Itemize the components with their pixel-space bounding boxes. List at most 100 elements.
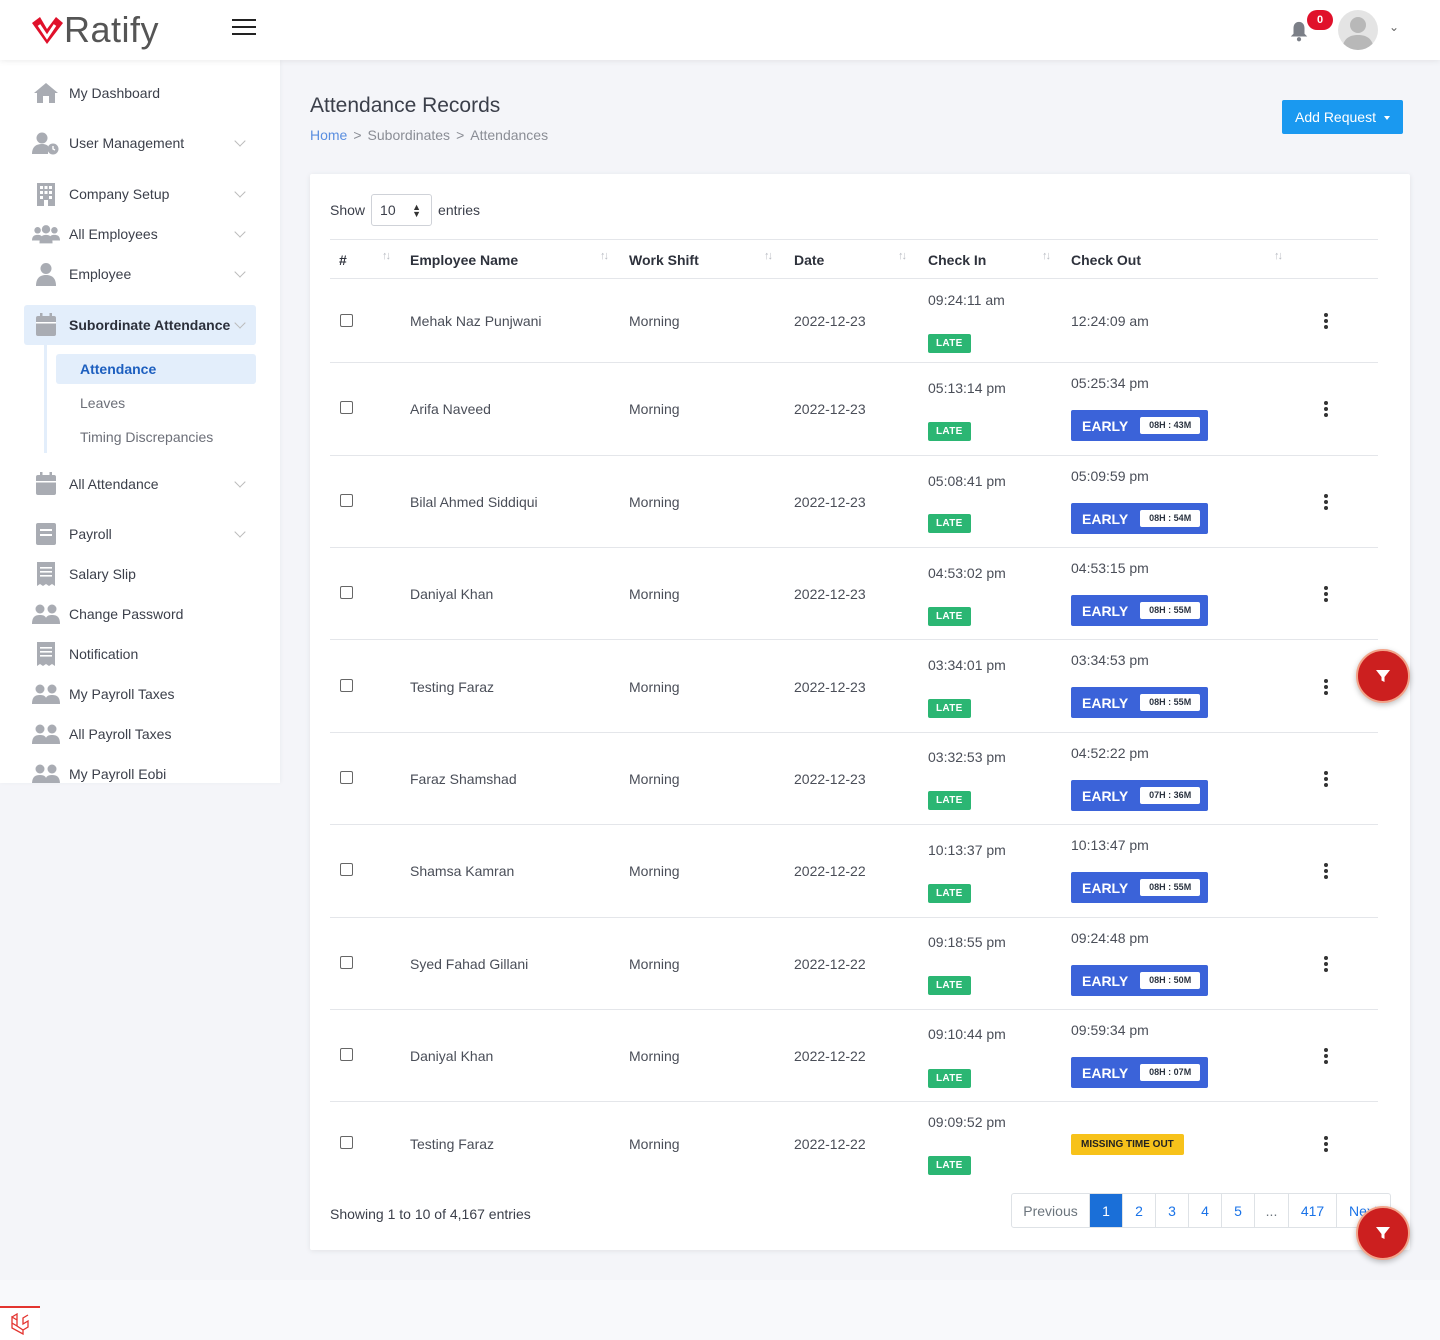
- check-out-time: 05:09:59 pm: [1071, 468, 1149, 484]
- check-out-time: 09:24:48 pm: [1071, 930, 1149, 946]
- sidebar-item-dashboard[interactable]: My Dashboard: [24, 73, 256, 113]
- row-actions-icon[interactable]: [1320, 956, 1332, 972]
- early-label: EARLY: [1082, 1064, 1129, 1081]
- sidebar-item-label: Subordinate Attendance: [69, 317, 231, 333]
- menu-toggle-icon[interactable]: [232, 19, 256, 37]
- work-shift: Morning: [629, 494, 680, 510]
- sort-icon[interactable]: ↑↓: [764, 250, 773, 262]
- row-checkbox[interactable]: [340, 863, 353, 876]
- sidebar-item-my-payroll-taxes[interactable]: My Payroll Taxes: [24, 674, 256, 714]
- row-checkbox[interactable]: [340, 956, 353, 969]
- check-out-time: 05:25:34 pm: [1071, 375, 1149, 391]
- column-header-date[interactable]: Date: [794, 252, 824, 268]
- row-actions-icon[interactable]: [1320, 401, 1332, 417]
- row-checkbox[interactable]: [340, 1136, 353, 1149]
- pagination-page[interactable]: 417: [1288, 1194, 1336, 1227]
- employee-name: Daniyal Khan: [410, 1048, 494, 1064]
- row-actions-icon[interactable]: [1320, 313, 1332, 329]
- sidebar-item-notification[interactable]: Notification: [24, 634, 256, 674]
- sort-icon[interactable]: ↑↓: [898, 250, 907, 262]
- filter-button[interactable]: [1356, 1206, 1410, 1260]
- breadcrumb-attendances: Attendances: [470, 127, 549, 143]
- column-header-check-in[interactable]: Check In: [928, 252, 986, 268]
- early-label: EARLY: [1082, 694, 1129, 711]
- chevron-down-icon: [234, 476, 246, 488]
- row-checkbox[interactable]: [340, 679, 353, 692]
- brand-logo[interactable]: Ratify: [30, 10, 159, 50]
- sidebar-item-user-management[interactable]: User Management: [24, 123, 256, 163]
- sidebar-item-label: My Dashboard: [69, 85, 161, 101]
- sidebar-item-company-setup[interactable]: Company Setup: [24, 174, 256, 214]
- chevron-down-icon[interactable]: ⌄: [1389, 20, 1399, 34]
- breadcrumb-home-link[interactable]: Home: [310, 127, 347, 143]
- page-size-value: 10: [380, 202, 396, 218]
- sidebar-item-all-employees[interactable]: All Employees: [24, 214, 256, 254]
- submenu-item-leaves[interactable]: Leaves: [56, 388, 256, 418]
- submenu-item-attendance[interactable]: Attendance: [56, 354, 256, 384]
- employee-name: Bilal Ahmed Siddiqui: [410, 494, 538, 510]
- employee-name: Mehak Naz Punjwani: [410, 313, 542, 329]
- avatar[interactable]: [1338, 10, 1378, 50]
- sidebar-item-change-password[interactable]: Change Password: [24, 594, 256, 634]
- row-actions-icon[interactable]: [1320, 771, 1332, 787]
- calendar-icon: [32, 313, 60, 337]
- duration-pill: 08H : 55M: [1140, 694, 1201, 711]
- work-shift: Morning: [629, 956, 680, 972]
- column-header-employee-name[interactable]: Employee Name: [410, 252, 518, 268]
- row-actions-icon[interactable]: [1320, 1048, 1332, 1064]
- sidebar-item-all-attendance[interactable]: All Attendance: [24, 464, 256, 504]
- sidebar-item-payroll[interactable]: Payroll: [24, 514, 256, 554]
- row-checkbox[interactable]: [340, 586, 353, 599]
- sort-icon[interactable]: ↑↓: [1274, 250, 1283, 262]
- pagination-previous[interactable]: Previous: [1012, 1194, 1089, 1227]
- submenu-item-label: Timing Discrepancies: [80, 429, 214, 445]
- pagination-page[interactable]: 2: [1122, 1194, 1155, 1227]
- row-checkbox[interactable]: [340, 771, 353, 784]
- column-header-number[interactable]: #: [339, 252, 347, 268]
- sidebar-item-subordinate-attendance[interactable]: Subordinate Attendance: [24, 305, 256, 345]
- sidebar-item-label: Change Password: [69, 606, 184, 622]
- row-checkbox[interactable]: [340, 1048, 353, 1061]
- ratify-logo-icon: [32, 17, 63, 44]
- row-actions-icon[interactable]: [1320, 494, 1332, 510]
- pagination-page[interactable]: 3: [1155, 1194, 1188, 1227]
- check-out-time: 03:34:53 pm: [1071, 652, 1149, 668]
- sidebar-item-label: All Attendance: [69, 476, 159, 492]
- date: 2022-12-23: [794, 313, 866, 329]
- table-header: # ↑↓ Employee Name ↑↓ Work Shift ↑↓ Date…: [330, 239, 1378, 279]
- row-checkbox[interactable]: [340, 401, 353, 414]
- sidebar-item-employee[interactable]: Employee: [24, 254, 256, 294]
- row-checkbox[interactable]: [340, 494, 353, 507]
- column-header-check-out[interactable]: Check Out: [1071, 252, 1141, 268]
- early-label: EARLY: [1082, 510, 1129, 527]
- sidebar-item-salary-slip[interactable]: Salary Slip: [24, 554, 256, 594]
- employee-name: Testing Faraz: [410, 1136, 495, 1152]
- pagination-page[interactable]: 1: [1089, 1194, 1122, 1227]
- submenu-item-timing-discrepancies[interactable]: Timing Discrepancies: [56, 422, 256, 452]
- sort-icon[interactable]: ↑↓: [600, 250, 609, 262]
- page-size-select[interactable]: 10 ▲ ▼: [371, 194, 433, 226]
- pagination-page[interactable]: 4: [1188, 1194, 1221, 1227]
- sort-icon[interactable]: ↑↓: [382, 250, 391, 262]
- row-actions-icon[interactable]: [1320, 586, 1332, 602]
- early-badge: EARLY 08H : 50M: [1071, 965, 1209, 996]
- debugbar-toggle[interactable]: [0, 1306, 40, 1340]
- check-out-time: 04:52:22 pm: [1071, 745, 1149, 761]
- sidebar-item-my-payroll-eobi[interactable]: My Payroll Eobi: [24, 754, 256, 783]
- chevron-down-icon: [234, 226, 246, 238]
- column-header-work-shift[interactable]: Work Shift: [629, 252, 699, 268]
- add-request-button[interactable]: Add Request: [1282, 100, 1403, 134]
- row-actions-icon[interactable]: [1320, 679, 1332, 695]
- row-checkbox[interactable]: [340, 314, 353, 327]
- sidebar-item-label: All Employees: [69, 226, 158, 242]
- sidebar-item-label: All Payroll Taxes: [69, 726, 172, 742]
- sort-icon[interactable]: ↑↓: [1042, 250, 1051, 262]
- sidebar-item-all-payroll-taxes[interactable]: All Payroll Taxes: [24, 714, 256, 754]
- row-actions-icon[interactable]: [1320, 863, 1332, 879]
- table-row: Arifa Naveed Morning 2022-12-23 05:13:14…: [330, 363, 1378, 456]
- pagination-page[interactable]: 5: [1221, 1194, 1254, 1227]
- early-label: EARLY: [1082, 417, 1129, 434]
- row-actions-icon[interactable]: [1320, 1136, 1332, 1152]
- sidebar-item-label: Employee: [69, 266, 132, 282]
- filter-button[interactable]: [1356, 649, 1410, 703]
